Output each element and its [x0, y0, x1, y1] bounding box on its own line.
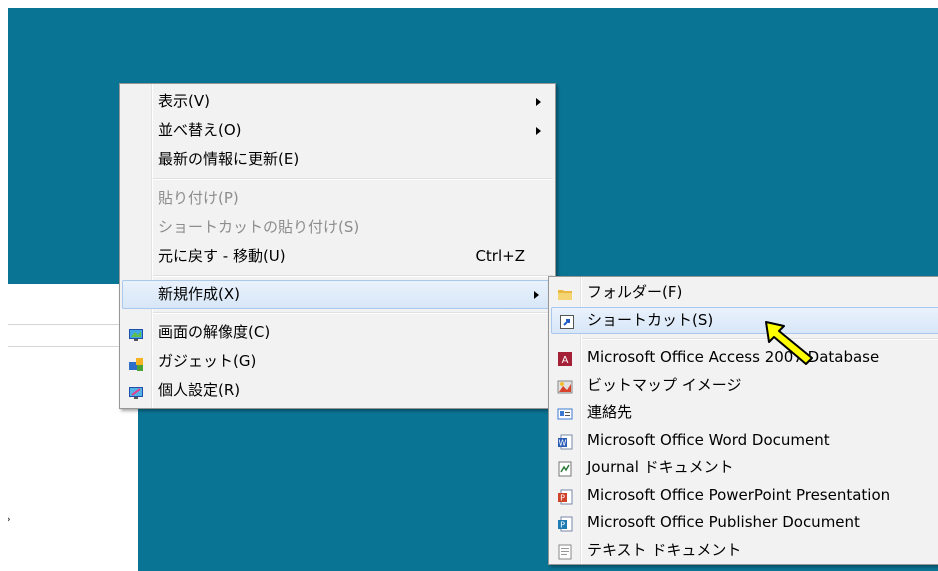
menu-item-gadgets[interactable]: ガジェット(G) — [120, 347, 555, 376]
menu-separator — [582, 338, 938, 340]
submenu-item-bitmap-image[interactable]: ビットマップ イメージ — [549, 372, 938, 400]
menu-item-paste: 貼り付け(P) — [120, 184, 555, 213]
submenu-item-folder[interactable]: フォルダー(F) — [549, 279, 938, 307]
menu-item-label: 連絡先 — [587, 403, 633, 421]
text-document-icon — [557, 542, 573, 559]
svg-text:P: P — [560, 493, 565, 502]
menu-item-label: Journal ドキュメント — [587, 458, 734, 476]
menu-separator — [153, 178, 553, 180]
submenu-arrow-icon — [536, 127, 541, 135]
menu-item-label: ショートカット(S) — [587, 310, 714, 329]
menu-item-personalize[interactable]: 個人設定(R) — [120, 376, 555, 405]
menu-item-label: 個人設定(R) — [158, 381, 241, 399]
shortcut-icon — [559, 312, 575, 329]
menu-item-label: Microsoft Office PowerPoint Presentation — [587, 485, 891, 504]
submenu-item-text-document[interactable]: テキスト ドキュメント — [549, 537, 938, 565]
svg-text:P: P — [560, 521, 565, 530]
submenu-item-powerpoint-presentation[interactable]: P Microsoft Office PowerPoint Presentati… — [549, 482, 938, 510]
menu-item-view[interactable]: 表示(V) — [120, 87, 555, 116]
powerpoint-icon: P — [557, 487, 573, 504]
menu-item-label: Microsoft Office Access 2007 Database — [587, 348, 880, 366]
menu-item-label: ビットマップ イメージ — [587, 375, 742, 394]
svg-text:A: A — [562, 355, 569, 366]
menu-item-label: 画面の解像度(C) — [158, 323, 271, 341]
submenu-item-journal-document[interactable]: Journal ドキュメント — [549, 454, 938, 482]
menu-item-label: Microsoft Office Word Document — [587, 430, 830, 449]
menu-item-new[interactable]: 新規作成(X) — [122, 280, 553, 309]
access-icon: A — [557, 349, 573, 366]
submenu-item-contact[interactable]: 連絡先 — [549, 399, 938, 427]
menu-item-label: Microsoft Office Publisher Document — [587, 513, 860, 531]
screen-resolution-icon — [128, 324, 144, 341]
gadgets-icon — [128, 353, 144, 371]
menu-item-label: ショートカットの貼り付け(S) — [158, 218, 360, 236]
menu-item-undo-move[interactable]: 元に戻す - 移動(U) Ctrl+Z — [120, 242, 555, 271]
svg-text:W: W — [559, 438, 567, 447]
menu-item-paste-shortcut: ショートカットの貼り付け(S) — [120, 213, 555, 242]
menu-item-label: 最新の情報に更新(E) — [158, 150, 300, 168]
menu-item-label: 貼り付け(P) — [158, 189, 239, 207]
menu-item-screen-resolution[interactable]: 画面の解像度(C) — [120, 318, 555, 347]
submenu-arrow-icon — [536, 98, 541, 106]
submenu-item-publisher-document[interactable]: P Microsoft Office Publisher Document — [549, 509, 938, 537]
submenu-arrow-icon — [534, 291, 539, 299]
desktop-context-menu: 表示(V) 並べ替え(O) 最新の情報に更新(E) 貼り付け(P) ショートカッ… — [119, 83, 556, 409]
new-submenu: フォルダー(F) ショートカット(S) A Microsoft Office A… — [548, 276, 938, 565]
menu-item-label: ガジェット(G) — [158, 352, 257, 370]
submenu-item-access-database[interactable]: A Microsoft Office Access 2007 Database — [549, 344, 938, 372]
shortcut-label: Ctrl+Z — [475, 247, 525, 265]
folder-icon — [557, 284, 573, 300]
submenu-item-shortcut[interactable]: ショートカット(S) — [551, 306, 938, 334]
bitmap-icon — [557, 377, 573, 393]
chevron-right-icon: › — [8, 512, 11, 526]
menu-item-label: テキスト ドキュメント — [587, 540, 742, 559]
menu-separator — [153, 275, 553, 277]
pointer-arrow-icon — [764, 320, 816, 370]
publisher-icon: P — [557, 514, 573, 532]
menu-item-label: 表示(V) — [158, 92, 210, 110]
menu-item-sort-by[interactable]: 並べ替え(O) — [120, 116, 555, 145]
personalize-icon — [128, 382, 144, 399]
menu-item-label: 元に戻す - 移動(U) — [158, 247, 286, 265]
contact-icon — [557, 404, 573, 420]
word-icon: W — [557, 432, 573, 449]
menu-item-label: 新規作成(X) — [158, 285, 240, 303]
menu-separator — [153, 312, 553, 314]
menu-item-label: 並べ替え(O) — [158, 121, 242, 139]
menu-item-label: フォルダー(F) — [587, 283, 683, 301]
journal-icon — [557, 459, 573, 477]
menu-item-refresh[interactable]: 最新の情報に更新(E) — [120, 145, 555, 174]
submenu-item-word-document[interactable]: W Microsoft Office Word Document — [549, 427, 938, 455]
